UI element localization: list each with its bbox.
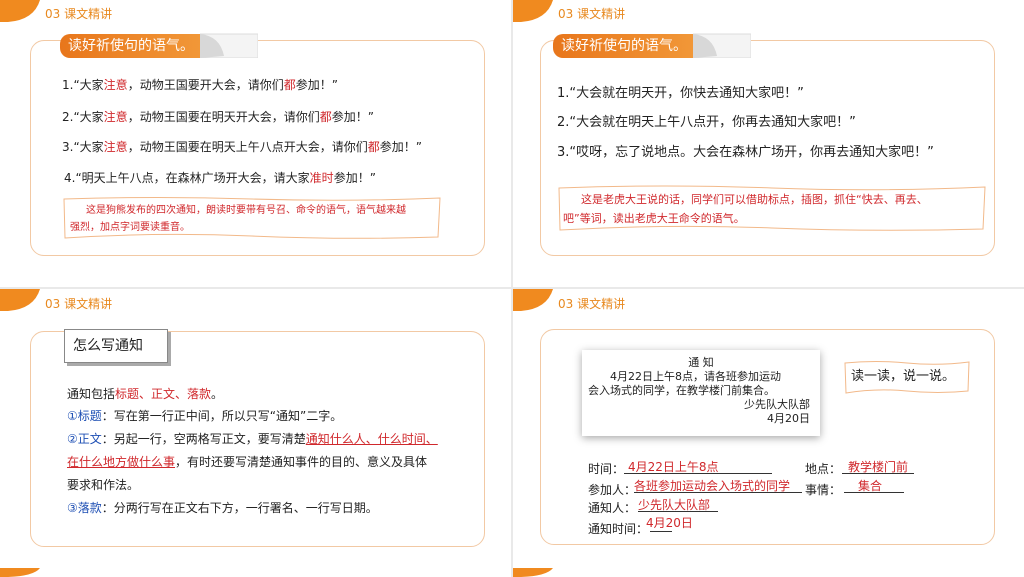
participants-underline xyxy=(634,492,802,493)
orange-corner-icon xyxy=(0,568,40,577)
time-label: 时间： xyxy=(588,462,625,476)
notice-date: 4月20日 xyxy=(767,412,810,425)
page-curl-icon xyxy=(693,33,751,58)
ribbon-title: 读好祈使句的语气。 xyxy=(60,34,212,58)
event-label: 事情： xyxy=(805,483,842,497)
notice-card: 通 知 4月22日上午8点，请各班参加运动 会入场式的同学，在教学楼门前集合。 … xyxy=(582,350,820,436)
place-label: 地点： xyxy=(805,462,842,476)
slide1-note: 这是狗熊发布的四次通知，朗读时要带有号召、命令的语气，语气越来越 强烈，加点字词… xyxy=(70,205,406,233)
box-title: 怎么写通知 xyxy=(64,329,168,363)
section-label: 03 课文精讲 xyxy=(558,297,626,311)
slide2-line-1: 1.“大会就在明天开，你快去通知大家吧！” xyxy=(557,86,804,101)
place-underline xyxy=(842,473,914,474)
section-label: 03 课文精讲 xyxy=(45,297,113,311)
notice-time-label: 通知时间： xyxy=(588,522,649,536)
read-prompt: 读一读，说一说。 xyxy=(851,369,956,384)
notice-time-underline xyxy=(650,531,672,532)
page-curl-icon xyxy=(200,33,258,58)
item-body-cont: 在什么地方做什么事，有时还要写清楚通知事件的目的、意义及具体 xyxy=(67,455,428,469)
orange-corner-icon xyxy=(0,289,40,311)
item-body-cont2: 要求和作法。 xyxy=(67,478,140,492)
ribbon-title: 读好祈使句的语气。 xyxy=(553,34,705,58)
section-label: 03 课文精讲 xyxy=(558,7,626,21)
section-label: 03 课文精讲 xyxy=(45,7,113,21)
event-underline xyxy=(844,492,904,493)
orange-corner-icon xyxy=(513,0,553,22)
intro-line: 通知包括标题、正文、落款。 xyxy=(67,387,224,401)
slide1-line-1: 1.“大家注意，动物王国要开大会，请你们都参加！” xyxy=(62,78,338,92)
item-body: ②正文：另起一行，空两格写正文，要写清楚通知什么人、什么时间、 xyxy=(67,432,438,446)
slide1-line-4: 4.“明天上午八点，在森林广场开大会，请大家准时参加！” xyxy=(64,171,376,185)
item-signature: ③落款：分两行写在正文右下方，一行署名、一行写日期。 xyxy=(67,501,378,515)
notice-sign: 少先队大队部 xyxy=(744,398,810,411)
slide1-line-2: 2.“大家注意，动物王国要在明天开大会，请你们都参加！” xyxy=(62,110,374,124)
slide-3: 03 课文精讲 怎么写通知 通知包括标题、正文、落款。 ①标题：写在第一行正中间… xyxy=(0,289,511,577)
notice-line-2: 会入场式的同学，在教学楼门前集合。 xyxy=(588,384,775,397)
notice-title: 通 知 xyxy=(688,356,714,369)
time-underline xyxy=(624,473,772,474)
participants-label: 参加人： xyxy=(588,483,637,497)
slide-2: 03 课文精讲 读好祈使句的语气。 1.“大会就在明天开，你快去通知大家吧！” … xyxy=(513,0,1024,287)
orange-corner-icon xyxy=(513,568,553,577)
orange-corner-icon xyxy=(0,0,40,22)
notice-time-value: 4月20日 xyxy=(646,516,693,530)
slide2-note: 这是老虎大王说的话，同学们可以借助标点，插图，抓住“快去、再去、 吧”等词，读出… xyxy=(563,193,928,225)
orange-corner-icon xyxy=(513,289,553,311)
slide1-line-3: 3.“大家注意，动物王国要在明天上午八点开大会，请你们都参加！” xyxy=(62,140,422,154)
slide-1: 03 课文精讲 读好祈使句的语气。 1.“大家注意，动物王国要开大会，请你们都参… xyxy=(0,0,511,287)
item-title: ①标题：写在第一行正中间，所以只写“通知”二字。 xyxy=(67,409,343,423)
notifier-underline xyxy=(638,511,718,512)
notifier-label: 通知人： xyxy=(588,501,637,515)
notice-line-1: 4月22日上午8点，请各班参加运动 xyxy=(610,370,781,383)
slide2-line-2: 2.“大会就在明天上午八点开，你再去通知大家吧！” xyxy=(557,115,856,130)
slide2-line-3: 3.“哎呀，忘了说地点。大会在森林广场开，你再去通知大家吧！” xyxy=(557,145,934,160)
